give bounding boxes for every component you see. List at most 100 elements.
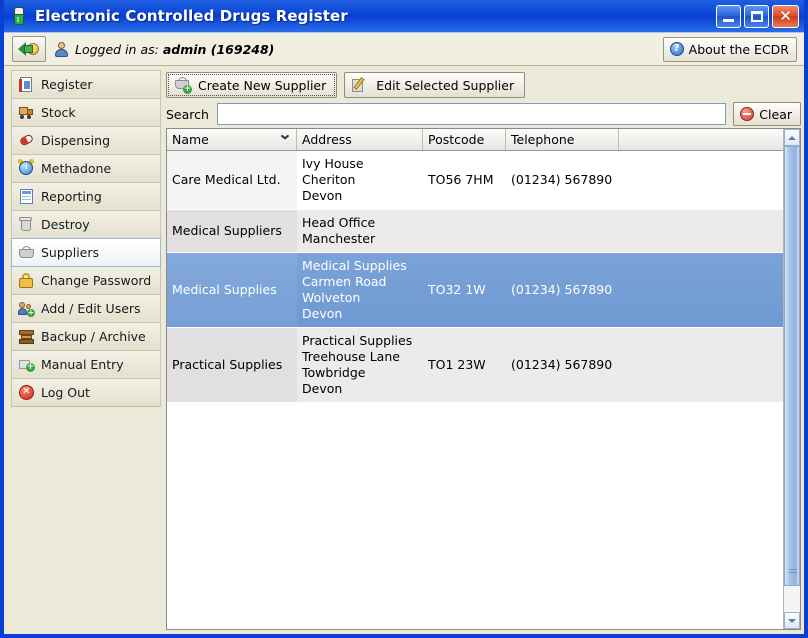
column-header-address[interactable]: Address — [297, 129, 423, 150]
address-line: Manchester — [302, 231, 418, 247]
table-header-row: Name Address Postcode Telephone — [167, 129, 783, 151]
create-new-supplier-button[interactable]: Create New Supplier — [166, 72, 337, 98]
truck-icon — [18, 104, 35, 121]
table-row[interactable]: Care Medical Ltd. Ivy House Cheriton Dev… — [167, 151, 783, 210]
cell-postcode: TO56 7HM — [423, 151, 506, 209]
about-ecdr-label: About the ECDR — [689, 42, 789, 57]
basket-add-icon — [174, 77, 191, 94]
table-row[interactable]: Medical Suppliers Head Office Manchester — [167, 210, 783, 253]
search-row: Search Clear — [164, 100, 801, 128]
cell-address: Medical Supplies Carmen Road Wolveton De… — [297, 253, 423, 327]
sidebar-item-stock[interactable]: Stock — [11, 98, 161, 127]
scroll-down-button[interactable] — [784, 612, 800, 629]
scrollbar-grip-icon — [789, 569, 797, 575]
about-ecdr-button[interactable]: About the ECDR — [663, 37, 797, 62]
address-line: Head Office — [302, 215, 418, 231]
sidebar-item-label: Destroy — [41, 217, 90, 232]
search-label: Search — [166, 107, 209, 122]
cell-postcode — [423, 210, 506, 252]
window-title: Electronic Controlled Drugs Register — [35, 7, 716, 25]
cell-filler — [619, 210, 783, 252]
main-panel: Create New Supplier Edit Selected Suppli… — [164, 66, 804, 634]
archive-icon — [18, 328, 35, 345]
sidebar-item-log-out[interactable]: Log Out — [11, 378, 161, 407]
address-line: Carmen Road — [302, 274, 418, 290]
window-controls: ✕ — [716, 5, 802, 28]
sidebar-item-label: Reporting — [41, 189, 102, 204]
cell-postcode: TO32 1W — [423, 253, 506, 327]
cell-telephone — [506, 210, 619, 252]
column-header-label: Address — [302, 132, 352, 147]
cell-telephone: (01234) 567890 — [506, 253, 619, 327]
switch-user-icon — [18, 41, 40, 57]
scrollbar-thumb[interactable] — [784, 146, 800, 586]
body-row: Register Stock Dispensing Methad — [4, 66, 804, 634]
sidebar-item-destroy[interactable]: Destroy — [11, 210, 161, 239]
column-header-postcode[interactable]: Postcode — [423, 129, 506, 150]
sidebar-item-label: Register — [41, 77, 92, 92]
create-new-supplier-label: Create New Supplier — [198, 78, 326, 93]
chevron-down-icon — [281, 136, 289, 141]
report-icon — [18, 188, 35, 205]
table-row-selected[interactable]: Medical Supplies Medical Supplies Carmen… — [167, 253, 783, 328]
switch-user-button[interactable] — [12, 36, 46, 62]
search-input[interactable] — [217, 103, 726, 125]
sidebar-item-label: Stock — [41, 105, 76, 120]
table-body: Care Medical Ltd. Ivy House Cheriton Dev… — [167, 151, 783, 629]
sidebar-item-label: Add / Edit Users — [41, 301, 141, 316]
sidebar-item-label: Methadone — [41, 161, 111, 176]
column-header-filler — [619, 129, 783, 150]
sidebar-item-label: Suppliers — [41, 245, 99, 260]
page-add-icon — [18, 356, 35, 373]
address-line: Cheriton — [302, 172, 418, 188]
cell-address: Ivy House Cheriton Devon — [297, 151, 423, 209]
minimize-button[interactable] — [716, 5, 741, 28]
address-line: Treehouse Lane — [302, 349, 418, 365]
notebook-icon — [18, 76, 35, 93]
scroll-up-arrow-icon — [788, 136, 796, 140]
sidebar-item-add-edit-users[interactable]: Add / Edit Users — [11, 294, 161, 323]
edit-selected-supplier-label: Edit Selected Supplier — [376, 78, 514, 93]
scrollbar-track[interactable] — [784, 146, 800, 612]
action-button-row: Create New Supplier Edit Selected Suppli… — [164, 70, 801, 100]
column-header-label: Postcode — [428, 132, 484, 147]
pill-icon — [18, 132, 35, 149]
sidebar-item-reporting[interactable]: Reporting — [11, 182, 161, 211]
sidebar-item-backup-archive[interactable]: Backup / Archive — [11, 322, 161, 351]
address-line: Medical Supplies — [302, 258, 418, 274]
clock-icon — [18, 160, 35, 177]
column-header-name[interactable]: Name — [167, 129, 297, 150]
cell-address: Practical Supplies Treehouse Lane Towbri… — [297, 328, 423, 402]
cell-telephone: (01234) 567890 — [506, 151, 619, 209]
users-add-icon — [18, 300, 35, 317]
sidebar-item-manual-entry[interactable]: Manual Entry — [11, 350, 161, 379]
sidebar-item-register[interactable]: Register — [11, 70, 161, 99]
maximize-button[interactable] — [744, 5, 769, 28]
cell-filler — [619, 328, 783, 402]
clear-label: Clear — [759, 107, 792, 122]
cell-name: Medical Suppliers — [167, 210, 297, 252]
sidebar-item-suppliers[interactable]: Suppliers — [11, 238, 161, 267]
cell-telephone: (01234) 567890 — [506, 328, 619, 402]
sidebar-item-change-password[interactable]: Change Password — [11, 266, 161, 295]
close-icon: ✕ — [773, 6, 798, 27]
scroll-up-button[interactable] — [784, 129, 800, 146]
cell-postcode: TO1 23W — [423, 328, 506, 402]
address-line: Devon — [302, 188, 418, 204]
close-button[interactable]: ✕ — [772, 5, 799, 28]
title-bar: Electronic Controlled Drugs Register ✕ — [4, 0, 804, 32]
sidebar-item-methadone[interactable]: Methadone — [11, 154, 161, 183]
edit-selected-supplier-button[interactable]: Edit Selected Supplier — [344, 72, 525, 98]
logged-in-status: Logged in as: admin (169248) — [75, 42, 274, 57]
column-header-telephone[interactable]: Telephone — [506, 129, 619, 150]
edit-pencil-icon — [352, 77, 369, 94]
user-icon — [54, 42, 69, 57]
table-row[interactable]: Practical Supplies Practical Supplies Tr… — [167, 328, 783, 403]
clear-search-button[interactable]: Clear — [733, 102, 801, 126]
clear-icon — [740, 107, 754, 121]
sidebar: Register Stock Dispensing Methad — [4, 66, 164, 634]
sidebar-item-dispensing[interactable]: Dispensing — [11, 126, 161, 155]
client-area: Logged in as: admin (169248) About the E… — [4, 32, 804, 634]
basket-icon — [18, 244, 35, 261]
vertical-scrollbar[interactable] — [783, 129, 800, 629]
